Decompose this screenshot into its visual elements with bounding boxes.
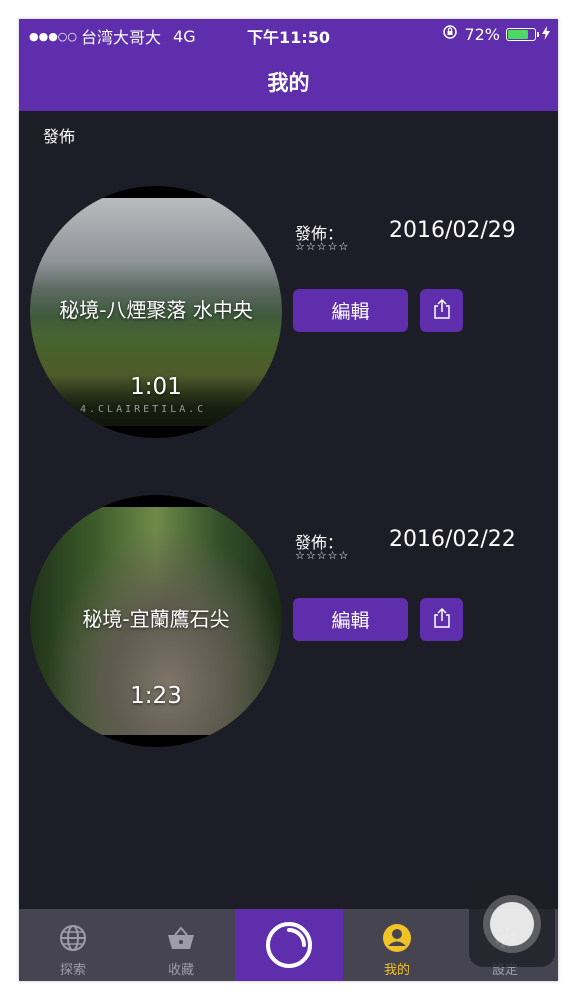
video-thumbnail[interactable]: 秘境-八煙聚落 水中央 1:01 4.CLAIRETILA.C <box>30 186 282 438</box>
assistive-touch-button[interactable] <box>469 881 555 967</box>
tab-record[interactable] <box>235 909 343 981</box>
watermark-text: 4.CLAIRETILA.C <box>80 404 207 415</box>
edit-button[interactable]: 編輯 <box>293 289 408 332</box>
share-button[interactable] <box>420 598 463 641</box>
video-duration: 1:01 <box>130 374 182 400</box>
assistive-touch-dot <box>490 902 534 946</box>
status-bar: ●●●○○ 台湾大哥大 4G 下午11:50 72% <box>19 19 558 49</box>
tab-label: 探索 <box>59 963 86 978</box>
battery-icon <box>506 27 539 41</box>
post-card: 秘境-宜蘭鷹石尖 1:23 發佈： ☆☆☆☆☆ 2016/02/22 編輯 <box>19 495 558 755</box>
section-label: 發佈 <box>43 127 76 146</box>
video-title: 秘境-八煙聚落 水中央 <box>59 298 253 322</box>
video-title: 秘境-宜蘭鷹石尖 <box>82 607 230 631</box>
publish-date: 2016/02/22 <box>389 527 516 552</box>
edit-button[interactable]: 編輯 <box>293 598 408 641</box>
rating-stars: ☆☆☆☆☆ <box>295 240 350 253</box>
battery-percent: 72% <box>464 24 500 44</box>
basket-icon <box>166 923 196 953</box>
post-card: 秘境-八煙聚落 水中央 1:01 4.CLAIRETILA.C 發佈： ☆☆☆☆… <box>19 186 558 446</box>
page-title: 我的 <box>267 71 310 95</box>
tab-favorites[interactable]: 收藏 <box>127 909 235 981</box>
user-icon <box>382 923 412 953</box>
share-icon <box>431 298 453 324</box>
globe-icon <box>58 923 88 953</box>
record-icon <box>263 919 315 971</box>
assistive-touch-ring <box>483 895 541 953</box>
tab-mine[interactable]: 我的 <box>343 909 451 981</box>
video-thumbnail[interactable]: 秘境-宜蘭鷹石尖 1:23 <box>30 495 282 747</box>
video-duration: 1:23 <box>130 683 182 709</box>
phone-screen: ●●●○○ 台湾大哥大 4G 下午11:50 72% 我的 發佈 秘境-八煙聚落… <box>19 19 558 981</box>
nav-bar: 我的 <box>19 49 558 111</box>
battery-tip <box>537 31 539 37</box>
tab-label: 收藏 <box>167 963 194 978</box>
publish-date: 2016/02/29 <box>389 218 516 243</box>
status-right: 72% <box>442 24 550 44</box>
rating-stars: ☆☆☆☆☆ <box>295 549 350 562</box>
share-button[interactable] <box>420 289 463 332</box>
rotation-lock-icon <box>442 24 458 44</box>
share-icon <box>431 607 453 633</box>
battery-fill <box>508 29 529 39</box>
tab-explore[interactable]: 探索 <box>19 909 127 981</box>
tab-label: 我的 <box>383 963 410 978</box>
charging-icon <box>542 25 550 44</box>
